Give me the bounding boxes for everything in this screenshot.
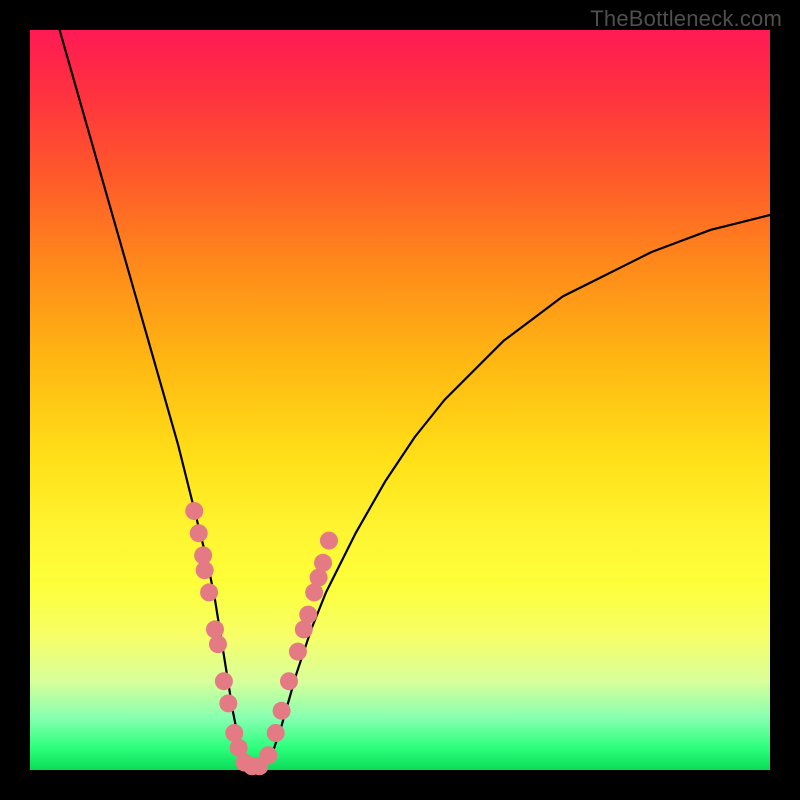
data-dot [215, 672, 233, 690]
data-dot [196, 561, 214, 579]
chart-frame: TheBottleneck.com [0, 0, 800, 800]
plot-area [30, 30, 770, 770]
data-dot [259, 746, 277, 764]
data-dot [185, 502, 203, 520]
watermark-text: TheBottleneck.com [590, 6, 782, 32]
chart-svg [30, 30, 770, 770]
data-dot [273, 702, 291, 720]
data-dot [206, 620, 224, 638]
data-dot [299, 606, 317, 624]
data-dot [320, 532, 338, 550]
bottleneck-curve [60, 30, 770, 770]
data-dot [267, 724, 285, 742]
data-dot [209, 635, 227, 653]
data-dot [289, 643, 307, 661]
data-dots-group [185, 502, 338, 775]
data-dot [280, 672, 298, 690]
data-dot [200, 583, 218, 601]
data-dot [219, 694, 237, 712]
data-dot [190, 524, 208, 542]
data-dot [314, 554, 332, 572]
